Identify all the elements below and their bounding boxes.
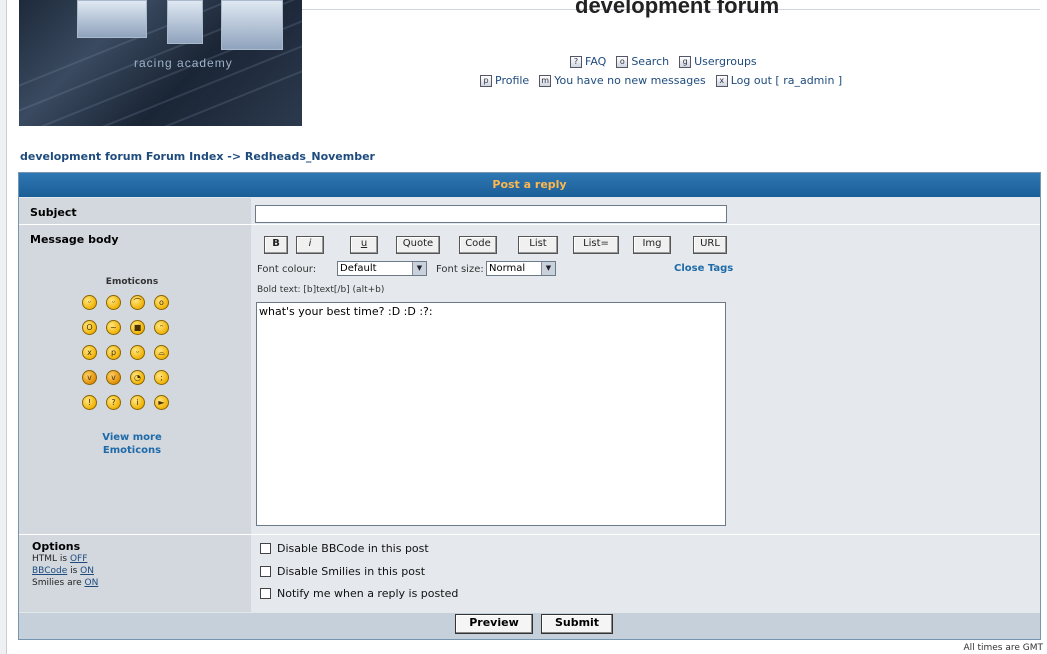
close-tags-link[interactable]: Close Tags: [674, 263, 733, 274]
font-colour-select[interactable]: Default ▼: [337, 261, 427, 276]
emoticon-icon[interactable]: ᵕ: [130, 345, 145, 360]
usergroups-icon: g: [679, 55, 692, 68]
options-label: Options: [32, 540, 81, 553]
site-title: development forum: [575, 0, 780, 18]
checkbox-box[interactable]: [260, 566, 271, 577]
subject-label: Subject: [30, 206, 77, 219]
emoticon-icon[interactable]: ■: [130, 320, 145, 335]
messages-icon: m: [539, 74, 552, 87]
emoticon-icon[interactable]: ⌓: [154, 345, 169, 360]
nav-logout[interactable]: x Log out [ ra_admin ]: [715, 74, 842, 87]
emoticon-icon[interactable]: ᵔ: [154, 320, 169, 335]
img-button[interactable]: Img: [633, 236, 671, 254]
list-button[interactable]: List: [518, 236, 558, 254]
nav-profile[interactable]: p Profile: [480, 74, 529, 87]
search-icon: o: [616, 55, 629, 68]
notify-reply-checkbox[interactable]: Notify me when a reply is posted: [260, 587, 458, 600]
bold-button[interactable]: B: [264, 236, 288, 254]
window-left-edge: [0, 0, 7, 654]
emoticons-grid: ᵕ ᵕ ⌒ o O ~ ■ ᵔ x p ᵕ ⌓ v v ◔ ; ! ? i ►: [82, 295, 178, 410]
logout-icon: x: [715, 74, 728, 87]
font-size-select[interactable]: Normal ▼: [486, 261, 556, 276]
subject-input[interactable]: [255, 205, 727, 223]
bbcode-status: BBCode is ON: [32, 566, 94, 576]
ordered-list-button[interactable]: List=: [573, 236, 619, 254]
disable-bbcode-checkbox[interactable]: Disable BBCode in this post: [260, 542, 429, 555]
code-button[interactable]: Code: [459, 236, 497, 254]
logo-tagline: racing academy: [134, 56, 233, 70]
quote-button[interactable]: Quote: [396, 236, 440, 254]
nav-usergroups[interactable]: g Usergroups: [679, 55, 757, 68]
breadcrumb-index-link[interactable]: development forum Forum Index: [20, 150, 223, 163]
timezone-note: All times are GMT: [963, 643, 1043, 653]
site-logo[interactable]: racing academy: [19, 0, 302, 126]
preview-button[interactable]: Preview: [455, 614, 533, 634]
checkbox-box[interactable]: [260, 588, 271, 599]
emoticon-icon[interactable]: p: [106, 345, 121, 360]
font-size-label: Font size:: [436, 264, 484, 275]
nav-faq[interactable]: ? FAQ: [570, 55, 606, 68]
emoticon-icon[interactable]: ;: [154, 370, 169, 385]
emoticon-icon[interactable]: o: [154, 295, 169, 310]
dropdown-arrow-icon: ▼: [541, 262, 555, 275]
smilies-status: Smilies are ON: [32, 578, 99, 588]
submit-button[interactable]: Submit: [541, 614, 613, 634]
breadcrumb-separator: ->: [227, 150, 242, 163]
emoticon-icon[interactable]: v: [82, 370, 97, 385]
underline-button[interactable]: u: [350, 236, 378, 254]
nav-search[interactable]: o Search: [616, 55, 669, 68]
emoticon-icon[interactable]: ◔: [130, 370, 145, 385]
nav-messages[interactable]: m You have no new messages: [539, 74, 706, 87]
emoticon-icon[interactable]: O: [82, 320, 97, 335]
html-status: HTML is OFF: [32, 554, 88, 564]
emoticons-title: Emoticons: [105, 277, 159, 287]
emoticon-icon[interactable]: x: [82, 345, 97, 360]
message-textarea[interactable]: what's your best time? :D :D :?:: [256, 302, 726, 526]
message-body-label: Message body: [30, 233, 119, 246]
breadcrumb-forum-link[interactable]: Redheads_November: [245, 150, 375, 163]
italic-button[interactable]: i: [296, 236, 324, 254]
dropdown-arrow-icon: ▼: [412, 262, 426, 275]
idea-icon[interactable]: i: [130, 395, 145, 410]
emoticon-icon[interactable]: ᵕ: [82, 295, 97, 310]
disable-smilies-checkbox[interactable]: Disable Smilies in this post: [260, 565, 425, 578]
emoticon-icon[interactable]: ~: [106, 320, 121, 335]
exclamation-icon[interactable]: !: [82, 395, 97, 410]
form-header: Post a reply: [19, 173, 1040, 197]
font-colour-label: Font colour:: [257, 264, 317, 275]
breadcrumb: development forum Forum Index -> Redhead…: [20, 150, 375, 163]
emoticon-icon[interactable]: ⌒: [130, 295, 145, 310]
nav-row-2: p Profile m You have no new messages x Log …: [480, 74, 842, 87]
faq-icon: ?: [570, 55, 582, 68]
question-icon[interactable]: ?: [106, 395, 121, 410]
nav-row-1: ? FAQ o Search g Usergroups: [570, 55, 757, 68]
view-more-emoticons-link[interactable]: View more Emoticons: [77, 431, 187, 457]
checkbox-box[interactable]: [260, 543, 271, 554]
bbcode-hint: Bold text: [b]text[/b] (alt+b): [257, 285, 385, 295]
emoticon-icon[interactable]: ᵕ: [106, 295, 121, 310]
url-button[interactable]: URL: [693, 236, 727, 254]
profile-icon: p: [480, 74, 492, 87]
emoticon-icon[interactable]: v: [106, 370, 121, 385]
arrow-icon[interactable]: ►: [154, 395, 169, 410]
